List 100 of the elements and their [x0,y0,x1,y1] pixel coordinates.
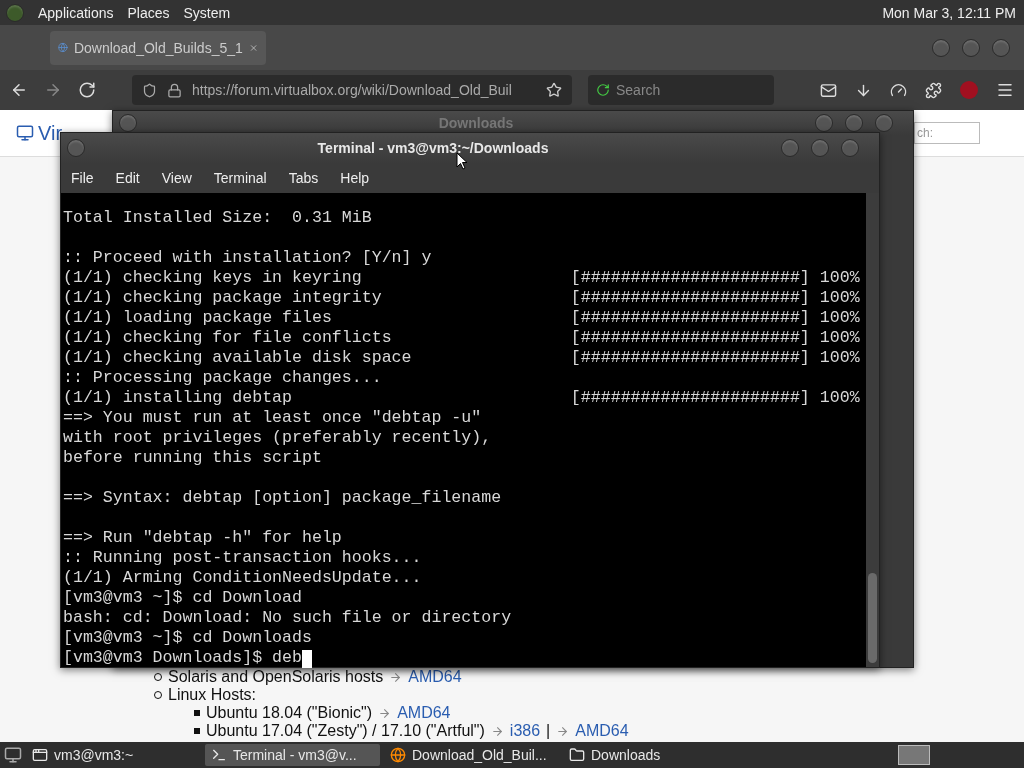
gauge-icon[interactable] [890,81,907,99]
scrollbar[interactable] [866,193,879,667]
terminal-line: (1/1) Arming ConditionNeedsUpdate... [63,568,422,588]
progress-bar-text: [######################] [570,328,810,348]
progress-percent: 100% [819,348,860,368]
terminal-line: (1/1) checking package integrity [63,288,383,308]
terminal-line: (1/1) checking for file conflicts [63,328,393,348]
site-logo[interactable]: Vir [16,121,63,145]
terminal-line: [vm3@vm3 ~]$ cd Downloads [63,628,312,648]
download-link[interactable]: AMD64 [408,668,462,686]
menu-item[interactable]: Edit [115,170,140,186]
window-button[interactable] [815,114,833,132]
window-button[interactable] [845,114,863,132]
window-button[interactable] [992,38,1010,57]
reload-icon[interactable] [78,81,96,99]
window-button[interactable] [962,38,980,57]
panel-menu[interactable]: Applications [38,4,114,21]
panel-menu[interactable]: System [183,4,231,21]
show-desktop-icon[interactable] [4,746,22,764]
window-button[interactable] [781,139,799,157]
terminal-line: [vm3@vm3 Downloads]$ deb [63,648,302,668]
terminal-line: before running this script [63,448,322,468]
terminal-line: with root privileges (preferably recently), [63,428,492,448]
terminal-line: ==> You must run at least once "debtap -u" [63,408,482,428]
link-arrow-icon [490,724,504,738]
window-button[interactable] [932,38,950,57]
favicon-icon [58,40,68,55]
menu-item[interactable]: Terminal [213,170,267,186]
separator-text: | [546,722,551,740]
terminal-line: ==> Run "debtap -h" for help [63,528,342,548]
terminal-line: (1/1) checking available disk space [63,348,413,368]
terminal-line: (1/1) loading package files [63,308,333,328]
progress-bar-text: [######################] [570,348,810,368]
progress-bar-text: [######################] [570,268,810,288]
terminal-line: :: Proceed with installation? [Y/n] y [63,248,432,268]
window-menu-button[interactable] [67,139,85,157]
scrollbar-thumb[interactable] [868,573,877,663]
bullet-icon [194,728,200,734]
list-text: Ubuntu 18.04 ("Bionic") [206,704,373,722]
terminal-line: (1/1) checking keys in keyring [63,268,363,288]
progress-percent: 100% [819,308,860,328]
progress-percent: 100% [819,388,860,408]
window-menu-button[interactable] [119,114,137,132]
forward-icon[interactable] [44,81,62,99]
progress-percent: 100% [819,268,860,288]
puzzle-icon[interactable] [925,81,942,99]
taskbar-button[interactable]: Downloads [563,744,738,766]
terminal-line: :: Running post-transaction hooks... [63,548,422,568]
workspace-switcher[interactable] [898,745,930,765]
menu-item[interactable]: Tabs [288,170,319,186]
menu-item[interactable]: Help [340,170,370,186]
browser-tab[interactable]: Download_Old_Builds_5_1 [50,30,266,65]
download-link[interactable]: AMD64 [397,704,451,722]
link-arrow-icon [378,706,392,720]
window-title: Terminal - vm3@vm3:~/Downloads [316,140,550,156]
terminal-line: bash: cd: Download: No such file or directory [63,608,512,628]
bullet-icon [194,710,200,716]
sync-icon [596,83,610,97]
search-field[interactable]: Search [588,75,774,105]
list-text: Linux Hosts: [168,686,257,704]
shield-icon [142,82,157,98]
list-text: Solaris and OpenSolaris hosts [168,668,384,686]
menu-logo-icon[interactable] [6,3,24,22]
lock-icon [167,82,182,98]
terminal-icon [211,747,227,763]
taskbar-button[interactable]: vm3@vm3:~ [26,744,201,766]
star-icon[interactable] [546,82,562,98]
progress-percent: 100% [819,288,860,308]
window-icon [32,747,48,763]
list-text: Ubuntu 17.04 ("Zesty") / 17.10 ("Artful") [206,722,485,740]
terminal-line: Total Installed Size: 0.31 MiB [63,208,372,228]
progress-bar-text: [######################] [570,308,810,328]
taskbar-button[interactable]: Download_Old_Buil... [384,744,559,766]
terminal-line: [vm3@vm3 ~]$ cd Download [63,588,302,608]
window-button[interactable] [841,139,859,157]
menu-item[interactable]: View [161,170,192,186]
globe-icon [390,747,406,763]
terminal-line: :: Processing package changes... [63,368,382,388]
mail-icon[interactable] [820,81,837,99]
address-field[interactable]: https://forum.virtualbox.org/wiki/Download_Old_Buil [132,75,572,105]
window-button[interactable] [875,114,893,132]
link-arrow-icon [556,724,570,738]
folder-icon [569,747,585,763]
window-button[interactable] [811,139,829,157]
clock: Mon Mar 3, 12:11 PM [882,4,1016,21]
shield-badge-icon[interactable] [960,81,978,99]
menu-icon[interactable] [996,81,1014,99]
taskbar-button[interactable]: Terminal - vm3@v... [205,744,380,766]
download-link[interactable]: i386 [509,722,541,740]
panel-menu[interactable]: Places [127,4,170,21]
progress-percent: 100% [819,328,860,348]
terminal-line: (1/1) installing debtap [63,388,294,408]
back-icon[interactable] [10,81,28,99]
link-arrow-icon [389,670,403,684]
terminal-line: ==> Syntax: debtap [option] package_filename [63,488,502,508]
progress-bar-text: [######################] [570,288,810,308]
logo-icon [16,124,34,142]
menu-item[interactable]: File [71,170,94,186]
progress-bar-text: [######################] [570,388,810,408]
download-link[interactable]: AMD64 [575,722,629,740]
